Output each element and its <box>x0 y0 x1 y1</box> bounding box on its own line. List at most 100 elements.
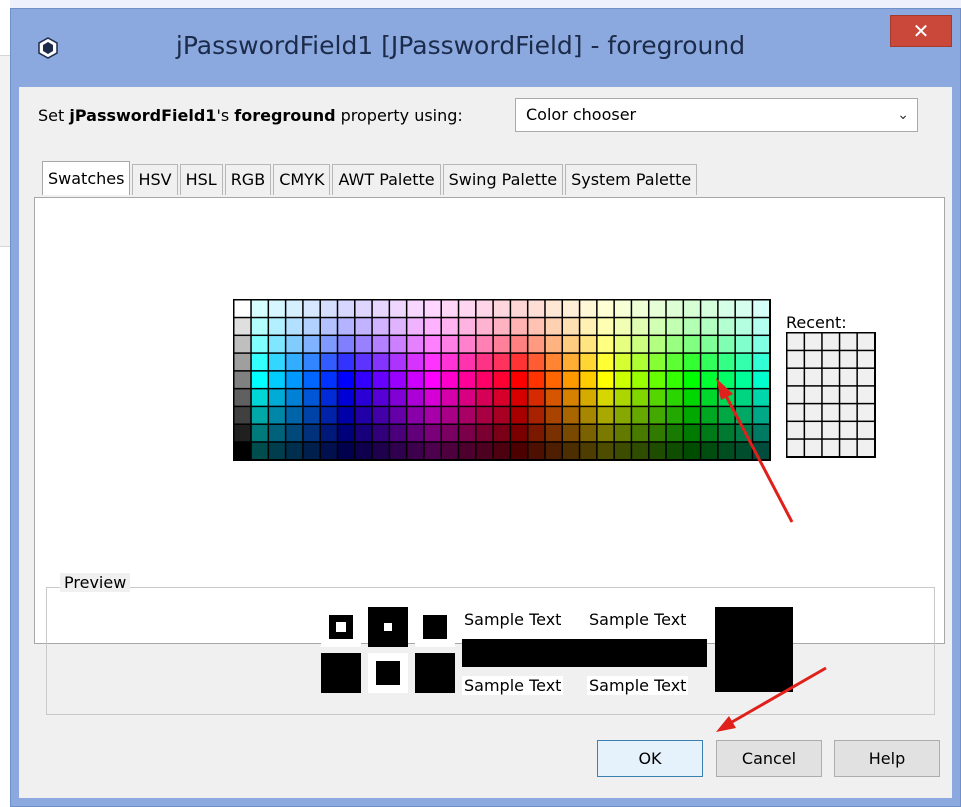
swatch-cell[interactable] <box>528 336 545 353</box>
swatch-cell[interactable] <box>632 318 648 335</box>
swatch-cell[interactable] <box>372 442 389 459</box>
swatch-cell[interactable] <box>441 318 458 335</box>
tab-swatches[interactable]: Swatches <box>42 161 131 195</box>
swatch-cell[interactable] <box>355 353 372 371</box>
swatch-cell[interactable] <box>320 336 337 353</box>
swatch-cell[interactable] <box>493 407 510 424</box>
recent-swatch-cell[interactable] <box>840 439 857 456</box>
swatch-cell[interactable] <box>286 353 303 371</box>
swatch-cell[interactable] <box>286 389 303 406</box>
swatch-cell[interactable] <box>753 371 769 388</box>
swatch-cell[interactable] <box>338 300 355 317</box>
swatch-cell[interactable] <box>632 424 648 442</box>
swatch-cell[interactable] <box>234 300 251 317</box>
swatch-cell[interactable] <box>614 442 631 459</box>
swatch-cell[interactable] <box>718 353 735 371</box>
swatch-cell[interactable] <box>701 336 718 353</box>
swatch-cell[interactable] <box>251 300 268 317</box>
tab-awt-palette[interactable]: AWT Palette <box>332 164 441 195</box>
swatch-cell[interactable] <box>338 389 355 406</box>
recent-swatch-cell[interactable] <box>840 404 857 421</box>
recent-swatch-cell[interactable] <box>840 422 857 439</box>
swatch-cell[interactable] <box>528 389 545 406</box>
recent-swatch-cell[interactable] <box>787 333 804 350</box>
swatch-cell[interactable] <box>649 407 666 424</box>
swatch-cell[interactable] <box>753 336 769 353</box>
swatch-cell[interactable] <box>269 318 285 335</box>
swatch-cell[interactable] <box>701 371 718 388</box>
swatch-cell[interactable] <box>372 336 389 353</box>
recent-swatch-cell[interactable] <box>840 368 857 386</box>
swatch-cell[interactable] <box>390 442 406 459</box>
swatch-palette[interactable] <box>233 299 771 461</box>
swatch-cell[interactable] <box>251 442 268 459</box>
recent-swatch-cell[interactable] <box>787 386 804 403</box>
swatch-cell[interactable] <box>580 318 597 335</box>
swatch-cell[interactable] <box>580 442 597 459</box>
ok-button[interactable]: OK <box>597 740 703 777</box>
swatch-cell[interactable] <box>528 318 545 335</box>
swatch-cell[interactable] <box>424 389 441 406</box>
swatch-cell[interactable] <box>684 371 700 388</box>
recent-swatch-cell[interactable] <box>805 386 822 403</box>
swatch-cell[interactable] <box>355 371 372 388</box>
recent-swatch-cell[interactable] <box>840 333 857 350</box>
swatch-cell[interactable] <box>459 424 476 442</box>
swatch-cell[interactable] <box>493 424 510 442</box>
swatch-cell[interactable] <box>286 318 303 335</box>
swatch-cell[interactable] <box>424 336 441 353</box>
swatch-cell[interactable] <box>320 424 337 442</box>
swatch-cell[interactable] <box>701 389 718 406</box>
swatch-cell[interactable] <box>476 318 493 335</box>
recent-swatch-cell[interactable] <box>805 439 822 456</box>
swatch-cell[interactable] <box>563 336 579 353</box>
swatch-cell[interactable] <box>407 300 424 317</box>
swatch-cell[interactable] <box>459 442 476 459</box>
swatch-cell[interactable] <box>441 389 458 406</box>
swatch-cell[interactable] <box>407 371 424 388</box>
swatch-cell[interactable] <box>459 353 476 371</box>
swatch-cell[interactable] <box>666 389 683 406</box>
swatch-cell[interactable] <box>303 300 320 317</box>
recent-swatch-cell[interactable] <box>805 351 822 368</box>
swatch-cell[interactable] <box>649 353 666 371</box>
swatch-cell[interactable] <box>511 318 527 335</box>
swatch-cell[interactable] <box>528 407 545 424</box>
swatch-cell[interactable] <box>251 407 268 424</box>
swatch-cell[interactable] <box>234 389 251 406</box>
swatch-cell[interactable] <box>407 318 424 335</box>
swatch-cell[interactable] <box>614 389 631 406</box>
swatch-cell[interactable] <box>424 300 441 317</box>
swatch-cell[interactable] <box>459 318 476 335</box>
recent-swatch-cell[interactable] <box>805 333 822 350</box>
swatch-cell[interactable] <box>286 300 303 317</box>
swatch-cell[interactable] <box>684 389 700 406</box>
swatch-cell[interactable] <box>511 353 527 371</box>
recent-swatch-cell[interactable] <box>857 351 874 368</box>
swatch-cell[interactable] <box>753 407 769 424</box>
recent-swatch-cell[interactable] <box>857 439 874 456</box>
swatch-cell[interactable] <box>545 318 562 335</box>
swatch-cell[interactable] <box>563 424 579 442</box>
swatch-cell[interactable] <box>390 371 406 388</box>
tab-swing-palette[interactable]: Swing Palette <box>442 164 564 195</box>
swatch-cell[interactable] <box>338 442 355 459</box>
swatch-cell[interactable] <box>286 371 303 388</box>
swatch-cell[interactable] <box>476 371 493 388</box>
swatch-cell[interactable] <box>390 407 406 424</box>
swatch-cell[interactable] <box>597 389 614 406</box>
swatch-cell[interactable] <box>372 424 389 442</box>
swatch-cell[interactable] <box>701 300 718 317</box>
swatch-cell[interactable] <box>476 353 493 371</box>
swatch-cell[interactable] <box>666 424 683 442</box>
swatch-cell[interactable] <box>234 318 251 335</box>
swatch-cell[interactable] <box>338 407 355 424</box>
swatch-cell[interactable] <box>372 371 389 388</box>
swatch-cell[interactable] <box>597 407 614 424</box>
swatch-cell[interactable] <box>528 371 545 388</box>
swatch-cell[interactable] <box>303 389 320 406</box>
swatch-cell[interactable] <box>234 336 251 353</box>
swatch-cell[interactable] <box>320 353 337 371</box>
swatch-cell[interactable] <box>407 424 424 442</box>
swatch-cell[interactable] <box>441 336 458 353</box>
